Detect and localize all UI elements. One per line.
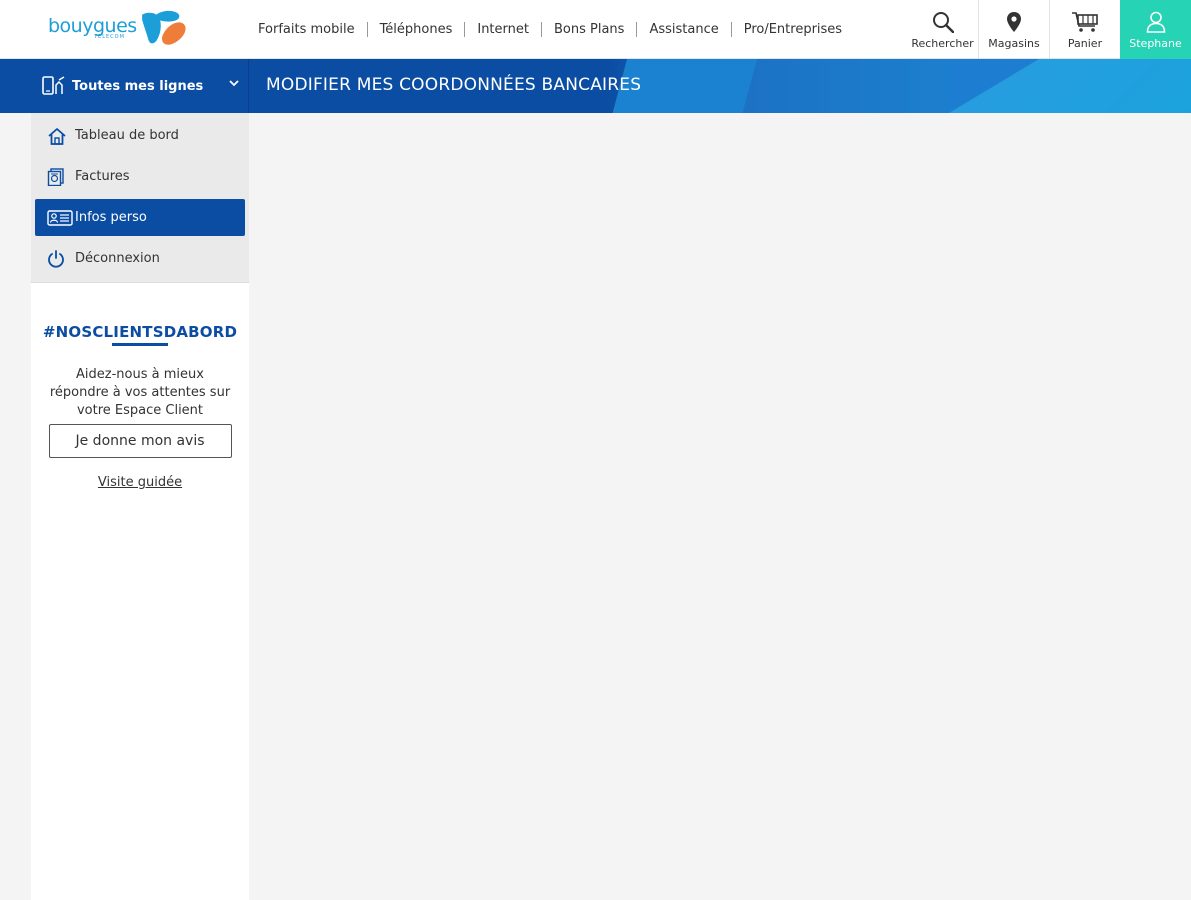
nav-forfaits-mobile[interactable]: Forfaits mobile (246, 22, 367, 37)
page-banner: MODIFIER MES COORDONNÉES BANCAIRES (249, 59, 1191, 113)
sidebar-item-label: Infos perso (75, 210, 147, 225)
search-button[interactable]: Rechercher (907, 0, 978, 59)
sidebar-item-deconnexion[interactable]: Déconnexion (35, 240, 245, 277)
sidebar-item-infos-perso[interactable]: Infos perso (35, 199, 245, 236)
bouygues-logo[interactable]: bouygues TELECOM (48, 5, 193, 51)
nav-assistance[interactable]: Assistance (637, 22, 730, 37)
id-card-icon (47, 209, 75, 226)
nav-pro-entreprises[interactable]: Pro/Entreprises (732, 22, 854, 37)
cart-label: Panier (1067, 36, 1103, 50)
chevron-down-icon (229, 80, 239, 87)
hashtag-underline (112, 343, 168, 346)
promo-text: Aidez-nous à mieux répondre à vos attent… (49, 367, 231, 418)
power-icon (47, 249, 75, 268)
guided-tour-link[interactable]: Visite guidée (98, 475, 182, 490)
cart-button[interactable]: Panier (1049, 0, 1120, 59)
sidebar-item-label: Tableau de bord (75, 128, 179, 143)
top-header: bouygues TELECOM Forfaits mobile Télépho… (0, 0, 1191, 59)
sidebar-item-label: Factures (75, 169, 130, 184)
home-icon (47, 127, 75, 145)
cart-icon (1071, 10, 1099, 34)
sidebar-item-factures[interactable]: Factures (35, 158, 245, 195)
sub-header: Toutes mes lignes MODIFIER MES COORDONNÉ… (0, 59, 1191, 113)
lines-selector[interactable]: Toutes mes lignes (0, 59, 249, 113)
header-actions: Rechercher Magasins Panier Stephane (907, 0, 1191, 59)
sidebar: Tableau de bord Factures Infos perso Déc… (31, 113, 249, 900)
banner-decoration (949, 59, 1039, 113)
main-content (249, 113, 1191, 900)
nav-bons-plans[interactable]: Bons Plans (542, 22, 636, 37)
invoice-icon (47, 167, 75, 186)
give-feedback-button[interactable]: Je donne mon avis (48, 424, 232, 458)
logo-mark-icon (141, 10, 186, 45)
stores-button[interactable]: Magasins (978, 0, 1049, 59)
search-label: Rechercher (911, 36, 974, 50)
map-pin-icon (1006, 10, 1022, 34)
account-button[interactable]: Stephane (1120, 0, 1191, 59)
account-label: Stephane (1129, 36, 1182, 50)
main-nav: Forfaits mobile Téléphones Internet Bons… (246, 0, 854, 59)
sidebar-item-tableau-de-bord[interactable]: Tableau de bord (35, 117, 245, 154)
stores-label: Magasins (988, 36, 1040, 50)
user-icon (1146, 10, 1166, 34)
nav-telephones[interactable]: Téléphones (368, 22, 465, 37)
promo-hashtag: #NOSCLIENTSDABORD (42, 323, 238, 341)
nav-internet[interactable]: Internet (465, 22, 541, 37)
sidebar-menu: Tableau de bord Factures Infos perso Déc… (31, 113, 249, 283)
logo-subtitle: TELECOM (94, 34, 125, 40)
page-title: MODIFIER MES COORDONNÉES BANCAIRES (266, 75, 642, 95)
lines-phone-icon (42, 76, 66, 96)
search-icon (932, 10, 954, 34)
feedback-promo: #NOSCLIENTSDABORD Aidez-nous à mieux rép… (31, 283, 249, 490)
sidebar-item-label: Déconnexion (75, 251, 160, 266)
lines-selector-label: Toutes mes lignes (72, 78, 204, 94)
